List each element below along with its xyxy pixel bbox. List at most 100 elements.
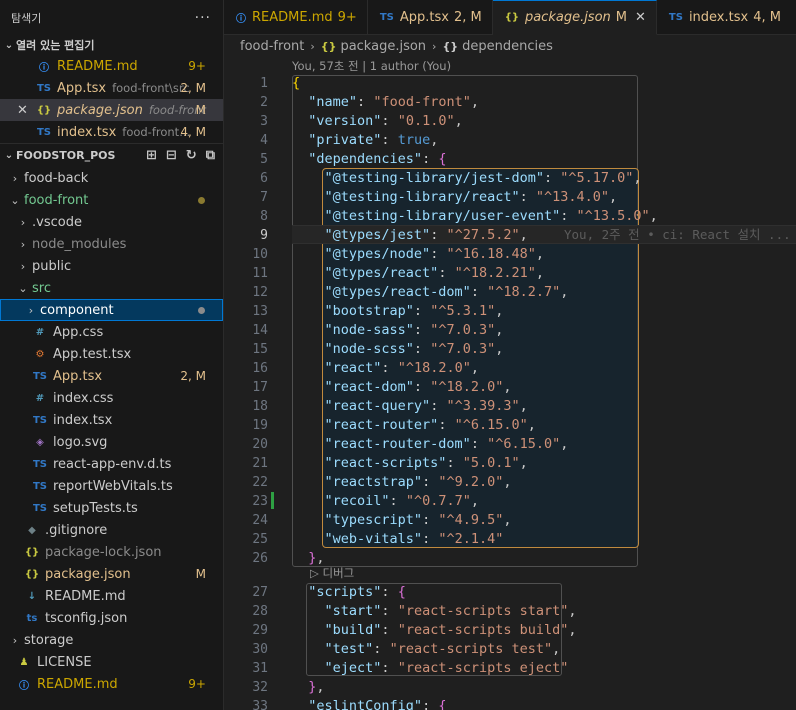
code-lines[interactable]: { "name": "food-front", "version": "0.1.… (292, 74, 658, 568)
info-icon: ⓘ (236, 14, 246, 25)
code-line[interactable]: "@testing-library/jest-dom": "^5.17.0", (292, 169, 658, 188)
breadcrumb-folder[interactable]: food-front (240, 39, 304, 54)
code-line[interactable]: "@types/node": "^16.18.48", (292, 245, 658, 264)
tree-item-label: App.test.tsx (53, 346, 132, 362)
tree-file[interactable]: TS react-app-env.d.ts (0, 453, 223, 475)
tree-file[interactable]: # App.css (0, 321, 223, 343)
open-editor-item[interactable]: ✕{} package.json food-front M (0, 99, 223, 121)
code-line[interactable]: "@types/react": "^18.2.21", (292, 264, 658, 283)
code-line[interactable]: "react-router-dom": "^6.15.0", (292, 435, 658, 454)
new-folder-icon[interactable]: ⊟ (166, 148, 177, 163)
tree-file[interactable]: ◆ .gitignore (0, 519, 223, 541)
code-line[interactable]: "dependencies": { (292, 150, 658, 169)
breadcrumb: food-front › {} package.json › {} depend… (224, 35, 796, 57)
codelens-author[interactable]: You, 57초 전 | 1 author (You) (292, 58, 451, 74)
tree-folder[interactable]: › node_modules (0, 233, 223, 255)
tree-file[interactable]: ♟ LICENSE (0, 651, 223, 673)
open-editor-desc: food-front\src (112, 81, 190, 95)
tab-index-tsx[interactable]: TS index.tsx 4, M (657, 0, 791, 35)
tab-label: README.md (252, 10, 333, 25)
line-number: 2 (260, 95, 268, 110)
code-line[interactable]: "react": "^18.2.0", (292, 359, 658, 378)
breadcrumb-symbol[interactable]: dependencies (462, 39, 553, 54)
tree-file[interactable]: ↓ README.md (0, 585, 223, 607)
tree-folder[interactable]: ⌄ food-front (0, 189, 223, 211)
line-number: 16 (252, 361, 268, 376)
code-line[interactable]: "build": "react-scripts build", (292, 621, 577, 640)
code-line[interactable]: "@types/react-dom": "^18.2.7", (292, 283, 658, 302)
code-line[interactable]: "private": true, (292, 131, 658, 150)
ts-icon: TS (36, 82, 52, 94)
code-line[interactable]: { (292, 74, 658, 93)
tree-file[interactable]: ts tsconfig.json (0, 607, 223, 629)
code-line[interactable]: "recoil": "^0.7.7", (292, 492, 658, 511)
tree-file[interactable]: TS App.tsx 2, M (0, 365, 223, 387)
tree-folder[interactable]: › storage (0, 629, 223, 651)
tree-file[interactable]: ◈ logo.svg (0, 431, 223, 453)
tree-file[interactable]: {} package.json M (0, 563, 223, 585)
collapse-all-icon[interactable]: ⧉ (206, 148, 215, 163)
tree-file[interactable]: {} package-lock.json (0, 541, 223, 563)
tree-file[interactable]: TS reportWebVitals.ts (0, 475, 223, 497)
line-number: 7 (260, 190, 268, 205)
line-number: 10 (252, 247, 268, 262)
open-editors-section[interactable]: ⌄ 열려 있는 편집기 (0, 35, 223, 55)
code-line[interactable]: "version": "0.1.0", (292, 112, 658, 131)
code-line[interactable]: "web-vitals": "^2.1.4" (292, 530, 658, 549)
code-editor[interactable]: You, 57초 전 | 1 author (You) 1 2 3 4 5 6 7 8 9 10 1… (224, 57, 796, 710)
breadcrumb-file[interactable]: package.json (340, 39, 426, 54)
tree-file[interactable]: # index.css (0, 387, 223, 409)
code-line[interactable]: "name": "food-front", (292, 93, 658, 112)
code-line[interactable]: "react-dom": "^18.2.0", (292, 378, 658, 397)
tree-folder[interactable]: › public (0, 255, 223, 277)
code-line[interactable]: "react-query": "^3.39.3", (292, 397, 658, 416)
tree-folder[interactable]: › component (0, 299, 223, 321)
line-number: 4 (260, 133, 268, 148)
code-line[interactable]: "node-sass": "^7.0.3", (292, 321, 658, 340)
code-lines[interactable]: "scripts": { "start": "react-scripts sta… (292, 583, 577, 710)
line-number: 15 (252, 342, 268, 357)
code-line[interactable]: "node-scss": "^7.0.3", (292, 340, 658, 359)
tree-file[interactable]: ⓘ README.md 9+ (0, 673, 223, 695)
close-icon[interactable]: ✕ (635, 10, 646, 25)
close-icon[interactable]: ✕ (17, 103, 28, 118)
more-actions-icon[interactable]: ··· (195, 10, 211, 26)
debug-codelens[interactable]: ▷ 디버그 (310, 565, 354, 581)
json-icon: {} (504, 12, 519, 23)
refresh-icon[interactable]: ↻ (186, 148, 197, 163)
tab-package-json[interactable]: {} package.json M ✕ (492, 0, 657, 35)
open-editor-item[interactable]: TS index.tsx food-front... 4, M (0, 121, 223, 143)
code-line[interactable]: "start": "react-scripts start", (292, 602, 577, 621)
code-line[interactable]: "scripts": { (292, 583, 577, 602)
tab-readme[interactable]: ⓘ README.md 9+ (224, 0, 368, 35)
code-line[interactable]: "react-router": "^6.15.0", (292, 416, 658, 435)
git-blame-annotation: You, 2주 전 • ci: React 설치 ... (564, 227, 791, 242)
project-section[interactable]: ⌄ FOODSTOR_POS ⊞ ⊟ ↻ ⧉ (0, 143, 223, 167)
explorer-title: 탐색기 (11, 11, 42, 25)
tab-app-tsx[interactable]: TS App.tsx 2, M (368, 0, 493, 35)
tree-folder[interactable]: › food-back (0, 167, 223, 189)
code-line[interactable]: "@testing-library/react": "^13.4.0", (292, 188, 658, 207)
code-line[interactable]: "typescript": "^4.9.5", (292, 511, 658, 530)
tree-file[interactable]: TS setupTests.ts (0, 497, 223, 519)
chevron-right-icon: › (432, 39, 437, 53)
tree-item-label: food-front (24, 192, 89, 208)
code-line[interactable]: "bootstrap": "^5.3.1", (292, 302, 658, 321)
line-number: 11 (252, 266, 268, 281)
line-number: 26 (252, 551, 268, 566)
code-line[interactable]: "reactstrap": "^9.2.0", (292, 473, 658, 492)
open-editor-item[interactable]: TS App.tsx food-front\src 2, M (0, 77, 223, 99)
tree-folder[interactable]: ⌄ src (0, 277, 223, 299)
tree-folder[interactable]: › .vscode (0, 211, 223, 233)
open-editor-item[interactable]: ⓘ README.md 9+ (0, 55, 223, 77)
line-number: 29 (252, 623, 268, 638)
code-line[interactable]: "eject": "react-scripts eject" (292, 659, 577, 678)
tree-file[interactable]: TS index.tsx (0, 409, 223, 431)
code-line[interactable]: "@testing-library/user-event": "^13.5.0"… (292, 207, 658, 226)
code-line[interactable]: "react-scripts": "5.0.1", (292, 454, 658, 473)
new-file-icon[interactable]: ⊞ (146, 148, 157, 163)
code-line[interactable]: }, (292, 678, 577, 697)
code-line[interactable]: "eslintConfig": { (292, 697, 577, 710)
tree-file[interactable]: ⚙ App.test.tsx (0, 343, 223, 365)
code-line[interactable]: "test": "react-scripts test", (292, 640, 577, 659)
